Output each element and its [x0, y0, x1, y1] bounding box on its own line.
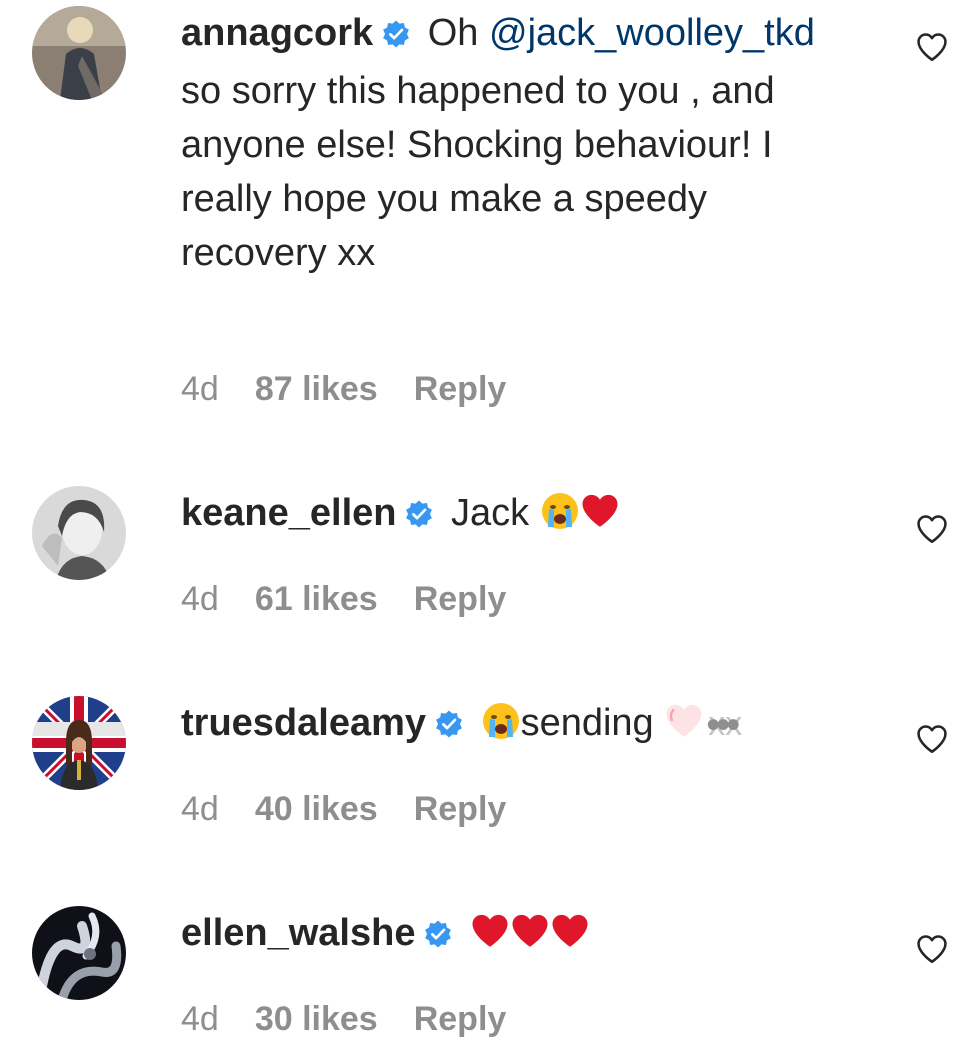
comment-body: keane_ellen Jack [181, 486, 861, 546]
red-heart-emoji [550, 911, 590, 966]
like-heart-icon[interactable] [915, 30, 949, 64]
red-heart-emoji [510, 911, 550, 966]
red-heart-emoji [470, 911, 510, 966]
comment-time[interactable]: 4d [181, 580, 219, 619]
verified-badge-icon [381, 10, 411, 64]
red-heart-emoji [580, 491, 620, 546]
ellipsis-icon[interactable]: ••• [706, 705, 740, 745]
comment-time[interactable]: 4d [181, 370, 219, 409]
reply-button[interactable]: Reply [414, 1000, 507, 1039]
username-link[interactable]: keane_ellen [181, 492, 396, 534]
crying-face-emoji [540, 491, 580, 546]
avatar[interactable] [32, 6, 126, 100]
likes-count[interactable]: 61 likes [255, 580, 378, 619]
comment-meta: 4d 87 likes Reply [181, 370, 506, 409]
crying-face-emoji [481, 701, 521, 756]
like-heart-icon[interactable] [915, 722, 949, 756]
likes-count[interactable]: 30 likes [255, 1000, 378, 1039]
comment-text: annagcork Oh @jack_woolley_tkd so sorry … [181, 6, 861, 280]
comment-time[interactable]: 4d [181, 1000, 219, 1039]
avatar[interactable] [32, 696, 126, 790]
comment-meta: 4d 30 likes Reply [181, 1000, 506, 1039]
comment-body: annagcork Oh @jack_woolley_tkd so sorry … [181, 6, 861, 280]
reply-button[interactable]: Reply [414, 580, 507, 619]
comment-time[interactable]: 4d [181, 790, 219, 829]
comment-meta: 4d 61 likes Reply [181, 580, 506, 619]
verified-badge-icon [404, 490, 434, 544]
reply-button[interactable]: Reply [414, 370, 507, 409]
mention-link[interactable]: @jack_woolley_tkd [489, 12, 815, 54]
collapsed-text[interactable]: xx ••• [706, 697, 742, 751]
username-link[interactable]: ellen_walshe [181, 912, 415, 954]
light-heart-emoji [664, 701, 704, 756]
verified-badge-icon [423, 910, 453, 964]
likes-count[interactable]: 87 likes [255, 370, 378, 409]
comments-list: annagcork Oh @jack_woolley_tkd so sorry … [0, 0, 980, 1064]
comment-text: keane_ellen Jack [181, 486, 861, 546]
comment-text: ellen_walshe [181, 906, 861, 966]
comment-text-part: Oh [427, 12, 479, 54]
avatar[interactable] [32, 486, 126, 580]
comment-text: truesdaleamy sending xx ••• [181, 696, 861, 756]
comment-text-part: sending [520, 702, 654, 744]
reply-button[interactable]: Reply [414, 790, 507, 829]
username-link[interactable]: truesdaleamy [181, 702, 426, 744]
avatar[interactable] [32, 906, 126, 1000]
like-heart-icon[interactable] [915, 932, 949, 966]
like-heart-icon[interactable] [915, 512, 949, 546]
comment-meta: 4d 40 likes Reply [181, 790, 506, 829]
likes-count[interactable]: 40 likes [255, 790, 378, 829]
comment-text-part: Jack [451, 492, 530, 534]
comment-text-part: so sorry this happened to you , and anyo… [181, 70, 775, 274]
verified-badge-icon [434, 700, 464, 754]
comment-body: truesdaleamy sending xx ••• [181, 696, 861, 756]
comment-body: ellen_walshe [181, 906, 861, 966]
username-link[interactable]: annagcork [181, 12, 373, 54]
